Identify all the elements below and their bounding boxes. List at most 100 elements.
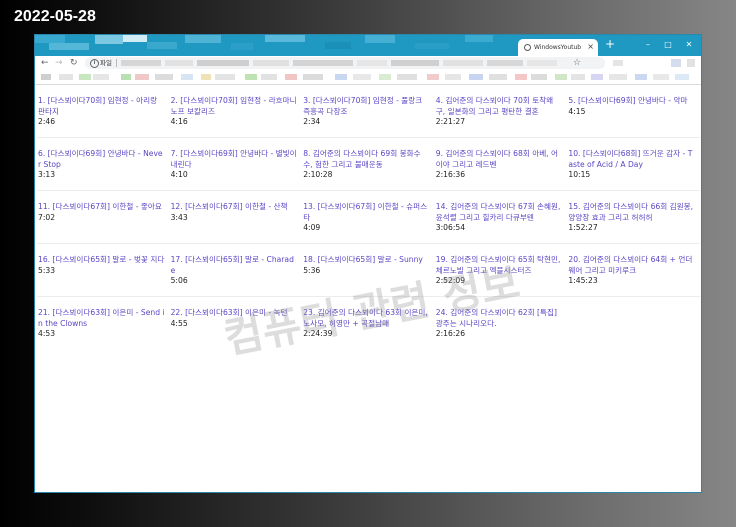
new-tab-button[interactable]: +: [605, 37, 615, 52]
close-window-button[interactable]: ✕: [680, 37, 698, 53]
bookmark-item-blurred[interactable]: [675, 74, 689, 80]
bookmark-item-blurred[interactable]: [515, 74, 527, 80]
bookmark-item-blurred[interactable]: [571, 74, 585, 80]
bookmark-item-blurred[interactable]: [379, 74, 391, 80]
video-duration: 2:10:28: [303, 170, 333, 180]
forward-arrow-icon[interactable]: →: [55, 56, 63, 70]
video-title-link[interactable]: 20. 김어준의 다스뵈이다 64회 + 언더웨어 그리고 미키루크: [568, 255, 695, 276]
video-duration: 4:09: [303, 223, 321, 233]
minimize-button[interactable]: –: [639, 37, 657, 53]
video-duration: 1:52:27: [568, 223, 598, 233]
bookmark-item-blurred[interactable]: [41, 74, 51, 80]
bookmark-item-blurred[interactable]: [59, 74, 73, 80]
bookmark-item-blurred[interactable]: [181, 74, 193, 80]
address-bar[interactable]: i 파일 ☆: [85, 57, 605, 69]
video-title-link[interactable]: 1. [다스뵈이다70회] 임현정 - 아리랑 판타지: [38, 96, 165, 117]
back-arrow-icon[interactable]: ←: [41, 56, 49, 70]
video-title-link[interactable]: 8. 김어준의 다스뵈이다 69회 봉화수수, 험한 그리고 불매운동: [303, 149, 430, 170]
video-title-link[interactable]: 4. 김어준의 다스뵈이다 70회 토착왜구, 일본화의 그리고 평탄한 결혼: [436, 96, 563, 117]
blurred-extension-block: [687, 59, 695, 67]
video-title-link[interactable]: 13. [다스뵈이다67회] 이한철 - 슈퍼스타: [303, 202, 430, 223]
reload-icon[interactable]: ↻: [70, 56, 78, 70]
bookmark-item-blurred[interactable]: [489, 74, 507, 80]
bookmark-item-blurred[interactable]: [609, 74, 627, 80]
video-list-item: 20. 김어준의 다스뵈이다 64회 + 언더웨어 그리고 미키루크 1:45:2…: [567, 244, 700, 297]
video-duration: 2:16:26: [435, 329, 466, 339]
video-title-link[interactable]: 15. 김어준의 다스뵈이다 66회 김원봉, 양양장 효과 그리고 허허허: [568, 202, 695, 223]
video-title-link[interactable]: 17. [다스뵈이다65회] 말로 - Charade: [171, 255, 298, 276]
titlebar: WindowsYoutub × + – □ ✕: [35, 35, 701, 56]
bookmark-item-blurred[interactable]: [285, 74, 297, 80]
video-title-link[interactable]: 6. [다스뵈이다69회] 안녕바다 - Never Stop: [38, 149, 165, 170]
bookmark-item-blurred[interactable]: [469, 74, 483, 80]
bookmark-item-blurred[interactable]: [155, 74, 173, 80]
video-list-item: 6. [다스뵈이다69회] 안녕바다 - Never Stop 3:13: [37, 138, 170, 191]
blurred-url-block: [487, 60, 523, 66]
bookmark-item-blurred[interactable]: [201, 74, 211, 80]
bookmark-item-blurred[interactable]: [261, 74, 277, 80]
video-title-link[interactable]: 24. 김어준의 다스뵈이다 62회 [특집] 광주는 시나리오다.: [436, 308, 563, 329]
video-list-item: 14. 김어준의 다스뵈이다 67회 손혜원, 윤석렬 그리고 힐카리 다큐부텐…: [434, 191, 568, 244]
bookmark-item-blurred[interactable]: [353, 74, 371, 80]
bookmark-item-blurred[interactable]: [79, 74, 91, 80]
blurred-titlebar-block: [147, 42, 177, 49]
bookmark-item-blurred[interactable]: [135, 74, 149, 80]
bookmark-item-blurred[interactable]: [531, 74, 547, 80]
video-title-link[interactable]: 19. 김어준의 다스뵈이다 65회 탁현민, 체르노빌 그리고 엑블시스터즈: [436, 255, 563, 276]
bookmarks-bar: [35, 70, 701, 85]
video-title-link[interactable]: 12. [다스뵈이다67회] 이한철 - 산책: [171, 202, 298, 213]
video-list-item: 19. 김어준의 다스뵈이다 65회 탁현민, 체르노빌 그리고 엑블시스터즈 2…: [434, 244, 568, 297]
bookmark-item-blurred[interactable]: [427, 74, 439, 80]
video-title-link[interactable]: 2. [다스뵈이다70회] 임현정 - 라흐마니노프 보칼리즈: [171, 96, 298, 117]
bookmark-item-blurred[interactable]: [445, 74, 461, 80]
blurred-url-block: [293, 60, 353, 66]
blurred-titlebar-block: [231, 43, 253, 50]
video-title-link[interactable]: 5. [다스뵈이다69회] 안녕바다 - 악마: [568, 96, 695, 107]
bookmark-item-blurred[interactable]: [397, 74, 417, 80]
tab-close-icon[interactable]: ×: [587, 42, 594, 52]
bookmark-item-blurred[interactable]: [335, 74, 347, 80]
browser-tab[interactable]: WindowsYoutub ×: [518, 39, 598, 56]
video-title-link[interactable]: 21. [다스뵈이다63회] 이은미 - Send in the Clowns: [38, 308, 165, 329]
video-duration: 4:53: [38, 329, 56, 339]
bookmark-item-blurred[interactable]: [215, 74, 235, 80]
video-list-item: 17. [다스뵈이다65회] 말로 - Charade 5:06: [169, 244, 303, 297]
bookmark-item-blurred[interactable]: [245, 74, 257, 80]
bookmark-item-blurred[interactable]: [653, 74, 669, 80]
bookmark-star-icon[interactable]: ☆: [573, 57, 581, 69]
video-title-link[interactable]: 16. [다스뵈이다65회] 말로 - 벚꽃 지다: [38, 255, 165, 266]
bookmark-item-blurred[interactable]: [555, 74, 567, 80]
video-duration: 3:06:54: [435, 223, 466, 233]
video-title-link[interactable]: 14. 김어준의 다스뵈이다 67회 손혜원, 윤석렬 그리고 힐카리 다큐부텐: [436, 202, 563, 223]
video-title-link[interactable]: 7. [다스뵈이다69회] 안녕바다 - 별빛이 내린다: [171, 149, 298, 170]
bookmark-item-blurred[interactable]: [303, 74, 323, 80]
blurred-url-block: [527, 60, 557, 66]
video-title-link[interactable]: 11. [다스뵈이다67회] 이한철 - 좋아요: [38, 202, 165, 213]
video-title-link[interactable]: 23. 김어준의 다스뵈이다 63회 이은미, 노사모, 허영만 + 곡절남매: [303, 308, 430, 329]
browser-toolbar: ← → ↻ i 파일 ☆: [35, 56, 701, 70]
address-scheme-label: 파일: [100, 59, 112, 67]
video-list-item: 13. [다스뵈이다67회] 이한철 - 슈퍼스타 4:09: [302, 191, 435, 244]
blurred-url-block: [443, 60, 483, 66]
blurred-extension-block: [671, 59, 681, 67]
site-info-icon[interactable]: i: [90, 59, 99, 68]
maximize-button[interactable]: □: [659, 37, 677, 53]
video-duration: 5:06: [170, 276, 188, 286]
video-list-item: 24. 김어준의 다스뵈이다 62회 [특집] 광주는 시나리오다. 2:16:2…: [435, 297, 568, 350]
video-list-item: 5. [다스뵈이다69회] 안녕바다 - 악마 4:15: [567, 85, 700, 138]
bookmark-item-blurred[interactable]: [635, 74, 647, 80]
video-title-link[interactable]: 3. [다스뵈이다70회] 임현정 - 풀랑크 즉흥곡 다장조: [303, 96, 430, 117]
bookmark-item-blurred[interactable]: [93, 74, 109, 80]
bookmark-item-blurred[interactable]: [591, 74, 603, 80]
page-content: 1. [다스뵈이다70회] 임현정 - 아리랑 판타지 2:46 2. [다스뵈이다…: [35, 85, 701, 492]
blurred-url-block: [121, 60, 161, 66]
blurred-extension-block: [613, 60, 623, 66]
bookmark-item-blurred[interactable]: [121, 74, 131, 80]
video-list: 1. [다스뵈이다70회] 임현정 - 아리랑 판타지 2:46 2. [다스뵈이다…: [37, 85, 700, 350]
video-list-item: 11. [다스뵈이다67회] 이한철 - 좋아요 7:02: [37, 191, 170, 244]
video-title-link[interactable]: 22. [다스뵈이다63회] 이은미 - 녹턴: [171, 308, 298, 319]
video-list-item: 7. [다스뵈이다69회] 안녕바다 - 별빛이 내린다 4:10: [169, 138, 303, 191]
video-title-link[interactable]: 18. [다스뵈이다65회] 말로 - Sunny: [303, 255, 430, 266]
video-title-link[interactable]: 9. 김어준의 다스뵈이다 68회 아베, 어이야 그리고 레드벤: [436, 149, 563, 170]
video-title-link[interactable]: 10. [다스뵈이다68회] 뜨거운 감자 - Taste of Acid / …: [568, 149, 695, 170]
